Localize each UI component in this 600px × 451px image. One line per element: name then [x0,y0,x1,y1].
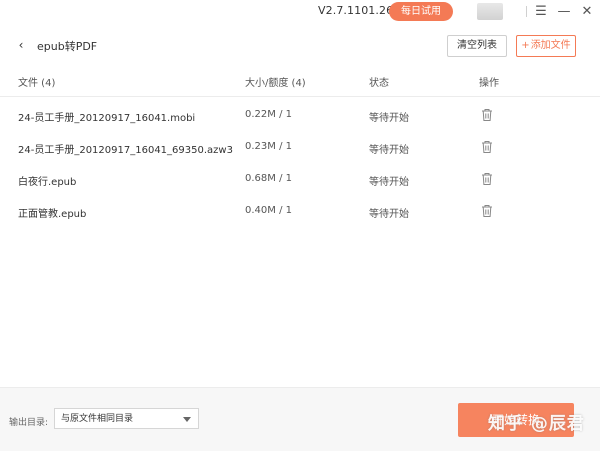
add-file-button[interactable]: +添加文件 [516,35,576,57]
clear-list-button[interactable]: 清空列表 [447,35,507,57]
file-size: 0.22M / 1 [245,109,292,120]
watermark: 知乎 @辰君 [488,414,585,434]
output-directory-value: 与原文件相同目录 [61,414,134,424]
file-name: 24-员工手册_20120917_16041_69350.azw3 [18,145,233,156]
trash-icon[interactable] [481,140,493,154]
trash-icon[interactable] [481,204,493,218]
column-header-action: 操作 [479,78,499,89]
table-row: 24-员工手册_20120917_16041_69350.azw3 0.23M … [0,131,600,163]
file-name: 白夜行.epub [18,177,77,188]
daily-trial-button[interactable]: 每日试用 [389,2,453,21]
menu-icon[interactable]: ☰ [530,2,552,21]
page-title: epub转PDF [37,40,98,53]
output-directory-select[interactable]: 与原文件相同目录 [54,408,199,429]
file-name: 24-员工手册_20120917_16041.mobi [18,113,196,124]
close-icon[interactable]: ✕ [576,2,598,21]
column-header-size: 大小/额度 (4) [245,78,306,89]
output-directory-label: 输出目录: [9,418,49,428]
file-status: 等待开始 [369,145,409,156]
file-status: 等待开始 [369,209,409,220]
table-row: 白夜行.epub 0.68M / 1 等待开始 [0,163,600,195]
column-header-status: 状态 [369,78,389,89]
add-file-label: 添加文件 [530,40,571,51]
plus-icon: + [521,40,530,51]
minimize-icon[interactable]: — [553,2,575,21]
trash-icon[interactable] [481,172,493,186]
file-size: 0.23M / 1 [245,141,292,152]
header-divider [0,96,600,97]
file-size: 0.40M / 1 [245,205,292,216]
avatar[interactable] [477,3,503,20]
back-arrow-icon[interactable]: ‹ [14,37,28,53]
column-header-file: 文件 (4) [18,78,56,89]
table-row: 24-员工手册_20120917_16041.mobi 0.22M / 1 等待… [0,99,600,131]
table-row: 正面管教.epub 0.40M / 1 等待开始 [0,195,600,227]
title-divider [526,6,527,17]
version-label: V2.7.1101.261 [318,4,401,17]
file-size: 0.68M / 1 [245,173,292,184]
file-status: 等待开始 [369,177,409,188]
file-status: 等待开始 [369,113,409,124]
trash-icon[interactable] [481,108,493,122]
file-table-header: 文件 (4) 大小/额度 (4) 状态 操作 [0,74,600,94]
dropdown-arrow-icon [183,417,191,422]
title-bar: V2.7.1101.261 每日试用 ☰ — ✕ [0,0,600,24]
file-name: 正面管教.epub [18,209,87,220]
